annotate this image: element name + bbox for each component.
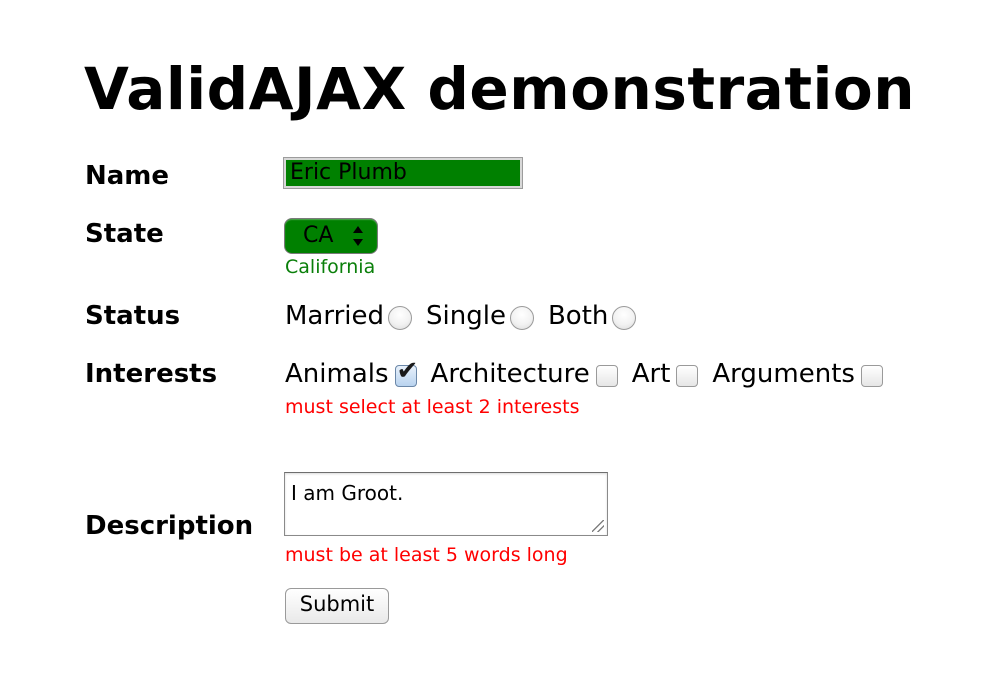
name-input[interactable]: Eric Plumb xyxy=(283,157,523,189)
radio-button[interactable] xyxy=(612,306,637,330)
interest-option-label: Architecture xyxy=(430,359,590,389)
interest-option-art[interactable]: Art xyxy=(632,358,699,390)
select-arrows-icon xyxy=(353,226,363,246)
status-option-label: Both xyxy=(547,301,609,331)
description-label: Description xyxy=(85,511,254,541)
description-value: I am Groot. xyxy=(291,481,404,505)
status-option-label: Married xyxy=(285,301,385,331)
description-textarea[interactable]: I am Groot. xyxy=(284,472,608,536)
checkmark-icon: ✔ xyxy=(396,356,419,386)
checkbox[interactable]: ✔ xyxy=(394,357,418,387)
status-option-single[interactable]: Single xyxy=(426,300,534,332)
interest-option-label: Animals xyxy=(285,359,389,389)
page-title: ValidAJAX demonstration xyxy=(84,55,916,123)
radio-button[interactable] xyxy=(509,306,534,330)
status-option-both[interactable]: Both xyxy=(547,300,637,332)
resize-grip-icon[interactable] xyxy=(592,520,604,532)
interest-option-animals[interactable]: Animals ✔ xyxy=(285,357,418,390)
name-label: Name xyxy=(85,161,170,191)
interests-checkbox-group: Animals ✔ Architecture Art Arguments xyxy=(285,357,897,390)
checkbox[interactable] xyxy=(676,365,699,387)
state-select[interactable]: CA xyxy=(284,218,378,254)
state-hint: California xyxy=(285,256,376,278)
interests-error: must select at least 2 interests xyxy=(285,396,580,418)
radio-button[interactable] xyxy=(388,306,413,330)
status-label: Status xyxy=(85,301,181,331)
interest-option-architecture[interactable]: Architecture xyxy=(431,358,618,390)
checkbox[interactable] xyxy=(595,365,618,387)
status-option-label: Single xyxy=(426,301,506,331)
checkbox[interactable] xyxy=(860,365,883,387)
description-error: must be at least 5 words long xyxy=(285,544,568,566)
state-select-value: CA xyxy=(303,223,334,248)
interest-option-arguments[interactable]: Arguments xyxy=(712,358,883,390)
submit-button[interactable]: Submit xyxy=(285,588,389,624)
status-option-married[interactable]: Married xyxy=(285,300,413,332)
interest-option-label: Art xyxy=(631,359,671,389)
interest-option-label: Arguments xyxy=(712,359,855,389)
state-label: State xyxy=(85,219,164,249)
status-radio-group: Married Single Both xyxy=(285,300,650,332)
interests-label: Interests xyxy=(85,359,218,389)
